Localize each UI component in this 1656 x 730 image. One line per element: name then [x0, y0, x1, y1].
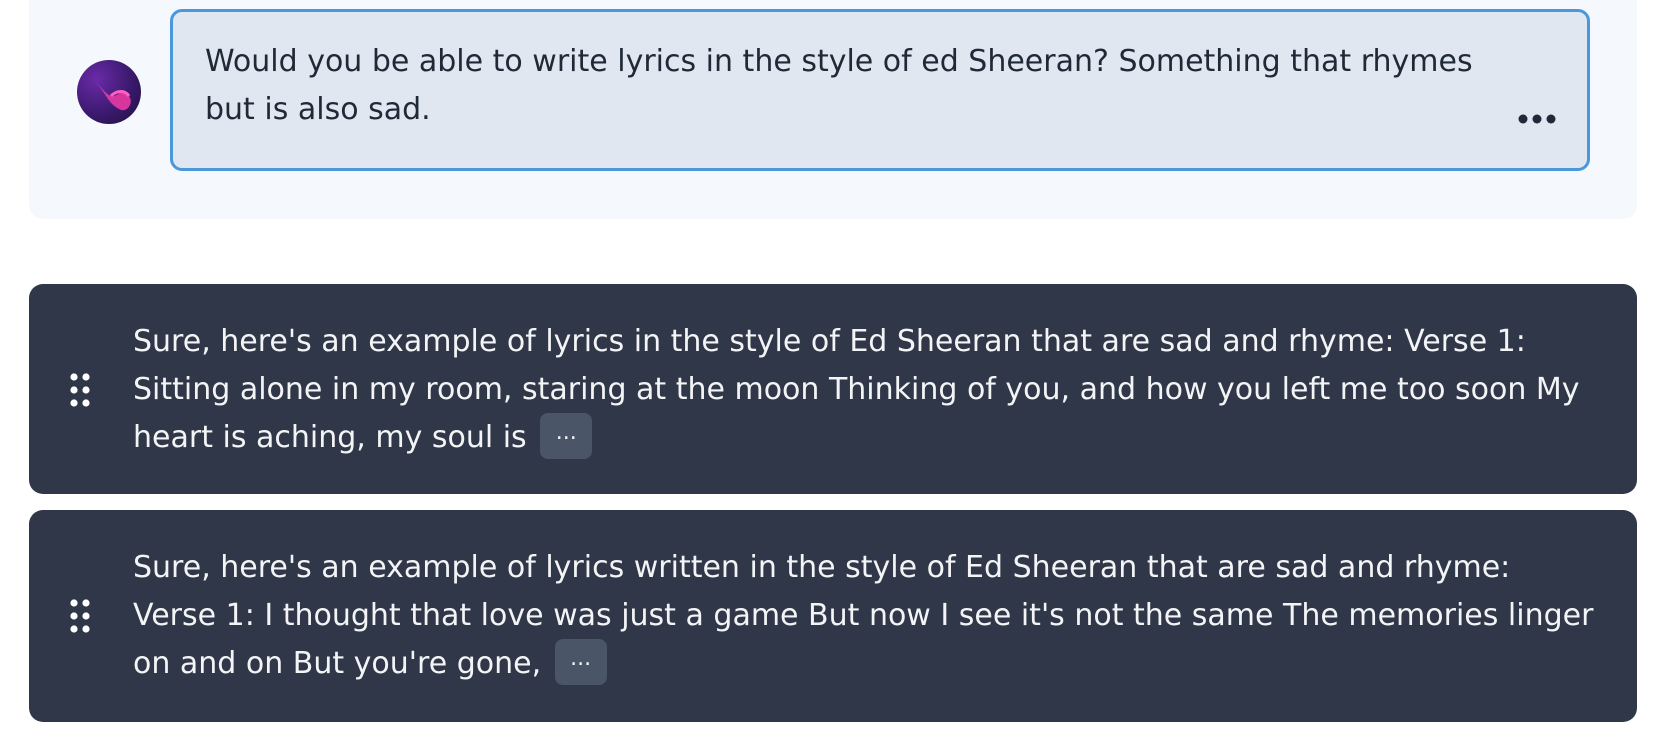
expand-button[interactable]: ...	[540, 412, 593, 459]
response-card-2[interactable]: Sure, here's an example of lyrics writte…	[29, 510, 1637, 722]
prompt-message[interactable]: Would you be able to write lyrics in the…	[170, 9, 1590, 171]
more-options-icon[interactable]	[1515, 98, 1559, 124]
response-text: Sure, here's an example of lyrics writte…	[133, 550, 1594, 681]
user-avatar	[77, 60, 141, 124]
avatar-icon	[95, 82, 131, 111]
prompt-text: Would you be able to write lyrics in the…	[205, 44, 1473, 127]
drag-handle-icon[interactable]	[69, 598, 91, 634]
response-card-1[interactable]: Sure, here's an example of lyrics in the…	[29, 284, 1637, 494]
drag-handle-icon[interactable]	[69, 372, 91, 408]
response-text: Sure, here's an example of lyrics in the…	[133, 324, 1580, 455]
expand-button[interactable]: ...	[554, 638, 607, 685]
